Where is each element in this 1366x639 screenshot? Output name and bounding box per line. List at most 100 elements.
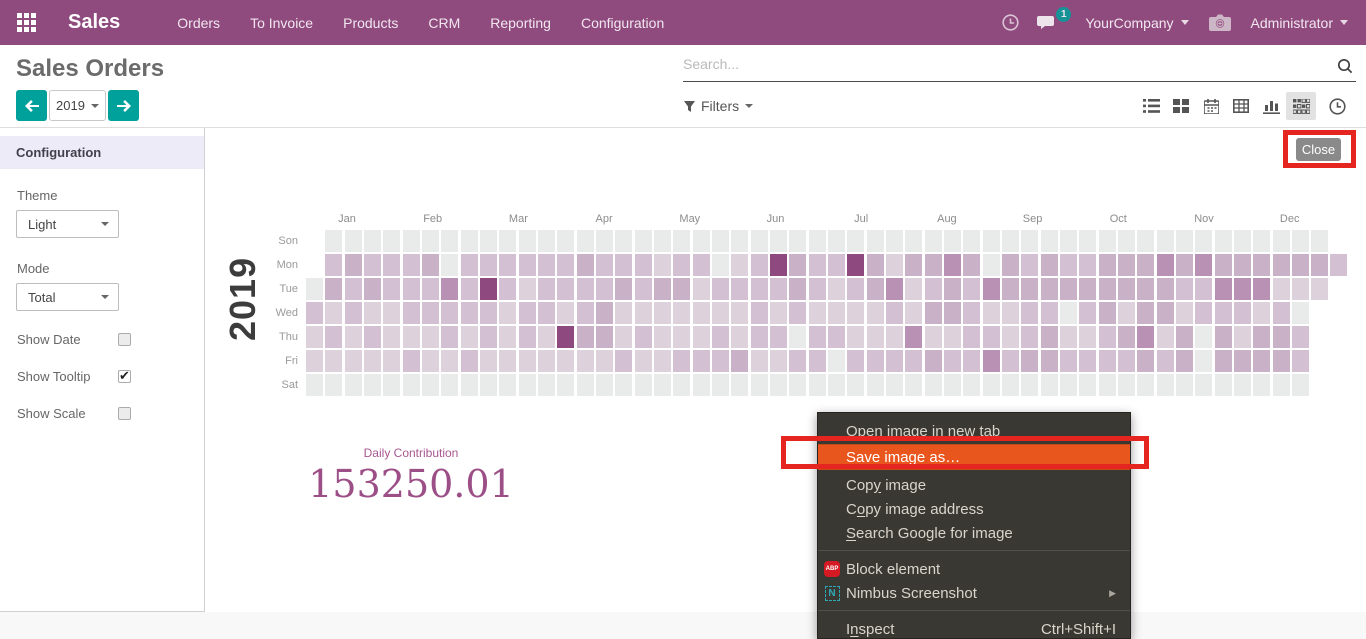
heatmap-cell[interactable]: [1157, 254, 1174, 276]
heatmap-cell[interactable]: [383, 278, 400, 300]
ctx-item-block-element[interactable]: ABP Block element: [818, 557, 1130, 581]
heatmap-cell[interactable]: [1292, 302, 1309, 324]
heatmap-cell[interactable]: [963, 374, 980, 396]
heatmap-cell[interactable]: [383, 326, 400, 348]
heatmap-cell[interactable]: [557, 230, 574, 252]
heatmap-cell[interactable]: [770, 302, 787, 324]
heatmap-cell[interactable]: [557, 326, 574, 348]
heatmap-cell[interactable]: [770, 374, 787, 396]
heatmap-cell[interactable]: [963, 254, 980, 276]
heatmap-cell[interactable]: [693, 326, 710, 348]
heatmap-cell[interactable]: [1234, 326, 1251, 348]
heatmap-cell[interactable]: [635, 254, 652, 276]
heatmap-cell[interactable]: [693, 374, 710, 396]
heatmap-cell[interactable]: [1079, 254, 1096, 276]
heatmap-cell[interactable]: [1195, 374, 1212, 396]
heatmap-cell[interactable]: [867, 302, 884, 324]
heatmap-cell[interactable]: [1215, 326, 1232, 348]
heatmap-cell[interactable]: [693, 278, 710, 300]
heatmap-cell[interactable]: [519, 230, 536, 252]
heatmap-cell[interactable]: [828, 374, 845, 396]
heatmap-cell[interactable]: [615, 230, 632, 252]
heatmap-cell[interactable]: [809, 254, 826, 276]
heatmap-cell[interactable]: [712, 326, 729, 348]
heatmap-cell[interactable]: [403, 230, 420, 252]
heatmap-cell[interactable]: [925, 374, 942, 396]
nav-item-products[interactable]: Products: [343, 15, 398, 31]
heatmap-cell[interactable]: [441, 350, 458, 372]
graph-view-icon[interactable]: [1256, 92, 1286, 120]
heatmap-cell[interactable]: [596, 254, 613, 276]
heatmap-cell[interactable]: [867, 350, 884, 372]
heatmap-cell[interactable]: [1041, 326, 1058, 348]
heatmap-cell[interactable]: [847, 278, 864, 300]
heatmap-cell[interactable]: [441, 254, 458, 276]
heatmap-cell[interactable]: [596, 278, 613, 300]
heatmap-cell[interactable]: [461, 254, 478, 276]
heatmap-cell[interactable]: [654, 374, 671, 396]
heatmap-cell[interactable]: [364, 278, 381, 300]
heatmap-cell[interactable]: [1099, 326, 1116, 348]
heatmap-cell[interactable]: [944, 302, 961, 324]
heatmap-cell[interactable]: [1041, 230, 1058, 252]
heatmap-cell[interactable]: [731, 326, 748, 348]
heatmap-cell[interactable]: [364, 254, 381, 276]
heatmap-cell[interactable]: [731, 374, 748, 396]
heatmap-cell[interactable]: [1176, 374, 1193, 396]
heatmap-cell[interactable]: [422, 350, 439, 372]
heatmap-cell[interactable]: [1099, 302, 1116, 324]
heatmap-cell[interactable]: [925, 254, 942, 276]
heatmap-cell[interactable]: [905, 230, 922, 252]
heatmap-cell[interactable]: [461, 230, 478, 252]
heatmap-cell[interactable]: [809, 374, 826, 396]
heatmap-cell[interactable]: [847, 350, 864, 372]
search-input[interactable]: [683, 56, 1313, 72]
heatmap-cell[interactable]: [809, 278, 826, 300]
heatmap-cell[interactable]: [1118, 374, 1135, 396]
heatmap-cell[interactable]: [1079, 302, 1096, 324]
nav-item-crm[interactable]: CRM: [428, 15, 460, 31]
heatmap-cell[interactable]: [1041, 278, 1058, 300]
heatmap-cell[interactable]: [1079, 374, 1096, 396]
heatmap-cell[interactable]: [789, 374, 806, 396]
heatmap-cell[interactable]: [828, 254, 845, 276]
heatmap-cell[interactable]: [1234, 278, 1251, 300]
heatmap-cell[interactable]: [886, 254, 903, 276]
heatmap-cell[interactable]: [1292, 350, 1309, 372]
heatmap-cell[interactable]: [1137, 326, 1154, 348]
heatmap-cell[interactable]: [1021, 326, 1038, 348]
heatmap-cell[interactable]: [596, 326, 613, 348]
heatmap-cell[interactable]: [1195, 350, 1212, 372]
heatmap-cell[interactable]: [345, 350, 362, 372]
heatmap-cell[interactable]: [963, 302, 980, 324]
heatmap-cell[interactable]: [596, 302, 613, 324]
heatmap-cell[interactable]: [325, 374, 342, 396]
heatmap-cell[interactable]: [751, 374, 768, 396]
heatmap-cell[interactable]: [1137, 302, 1154, 324]
heatmap-cell[interactable]: [1002, 302, 1019, 324]
heatmap-cell[interactable]: [1118, 302, 1135, 324]
heatmap-cell[interactable]: [1137, 230, 1154, 252]
heatmap-cell[interactable]: [654, 302, 671, 324]
nav-item-reporting[interactable]: Reporting: [490, 15, 551, 31]
heatmap-cell[interactable]: [519, 254, 536, 276]
heatmap-cell[interactable]: [1176, 302, 1193, 324]
heatmap-cell[interactable]: [944, 326, 961, 348]
heatmap-cell[interactable]: [1292, 278, 1309, 300]
heatmap-cell[interactable]: [325, 350, 342, 372]
heatmap-cell[interactable]: [770, 230, 787, 252]
ctx-item-copy-image-address[interactable]: Copy image address: [818, 497, 1130, 521]
heatmap-cell[interactable]: [557, 254, 574, 276]
heatmap-cell[interactable]: [577, 374, 594, 396]
heatmap-cell[interactable]: [886, 374, 903, 396]
heatmap-cell[interactable]: [944, 374, 961, 396]
heatmap-cell[interactable]: [1157, 302, 1174, 324]
heatmap-cell[interactable]: [403, 302, 420, 324]
heatmap-cell[interactable]: [789, 350, 806, 372]
heatmap-cell[interactable]: [1118, 230, 1135, 252]
heatmap-cell[interactable]: [1195, 230, 1212, 252]
heatmap-cell[interactable]: [364, 326, 381, 348]
heatmap-cell[interactable]: [1002, 350, 1019, 372]
heatmap-cell[interactable]: [1157, 230, 1174, 252]
heatmap-cell[interactable]: [712, 374, 729, 396]
